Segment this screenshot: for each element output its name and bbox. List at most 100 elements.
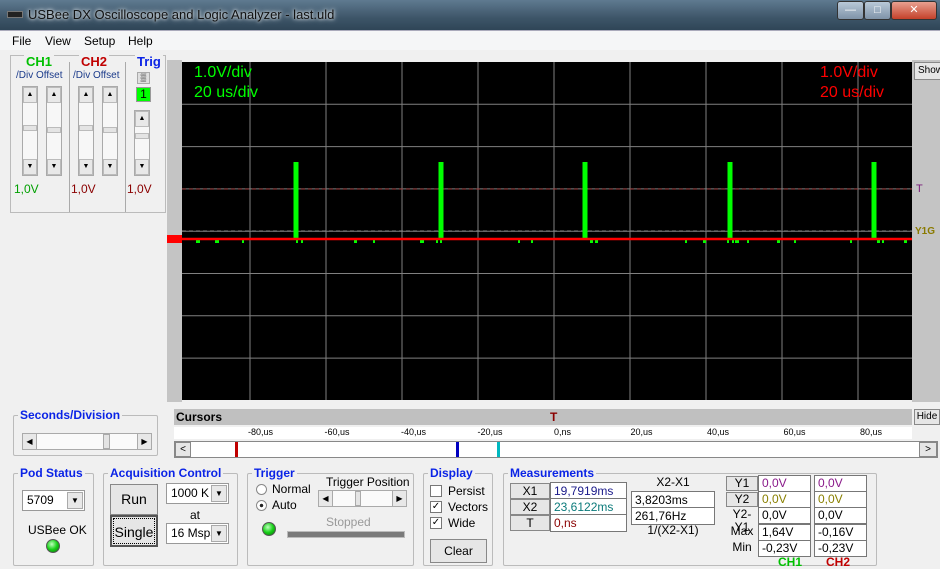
- trigger-label: Trigger: [254, 466, 295, 480]
- trigger-auto-radio[interactable]: [256, 500, 267, 511]
- run-button[interactable]: Run: [110, 484, 158, 515]
- vectors-label: Vectors: [448, 500, 489, 514]
- cursor-scroll-left[interactable]: <: [175, 442, 191, 457]
- pod-status-text: USBee OK: [28, 523, 87, 537]
- trigger-level-scrollbar[interactable]: ▲ ▼: [134, 110, 150, 176]
- measure-row-label[interactable]: Y1: [726, 476, 758, 491]
- persist-label: Persist: [448, 484, 485, 498]
- seconds-division-thumb[interactable]: [103, 434, 110, 449]
- measure-ch2-value: 0,0V: [814, 491, 867, 509]
- samples-select[interactable]: 1000 K ▼: [166, 483, 229, 504]
- wide-label: Wide: [448, 516, 476, 530]
- ch2-vdiv-scrollbar[interactable]: ▲ ▼: [78, 86, 94, 176]
- trigger-status-text: Stopped: [326, 515, 371, 529]
- seconds-division-label: Seconds/Division: [20, 408, 121, 422]
- x1-button[interactable]: X1: [510, 483, 550, 499]
- ruler-tick-label: -80,us: [248, 427, 274, 437]
- ch2-offset-marker[interactable]: [167, 235, 182, 243]
- cursor-x1-handle[interactable]: [235, 442, 238, 457]
- measure-ch2-value: 0,0V: [814, 475, 867, 492]
- t-button[interactable]: T: [510, 515, 550, 531]
- hide-button[interactable]: Hide: [914, 409, 940, 425]
- vectors-checkbox[interactable]: ✓: [430, 501, 442, 513]
- minimize-button[interactable]: —: [837, 1, 864, 20]
- maximize-button[interactable]: □: [864, 1, 891, 20]
- ch2-offset-scrollbar[interactable]: ▲ ▼: [102, 86, 118, 176]
- cursor-trigger-marker: T: [550, 410, 558, 424]
- ruler-tick-label: -40,us: [401, 427, 427, 437]
- trigger-position-thumb[interactable]: [355, 491, 361, 506]
- seconds-division-slider[interactable]: ◀ ▶: [22, 433, 152, 450]
- persist-checkbox[interactable]: [430, 485, 442, 497]
- ch1-offset-scrollbar[interactable]: ▲ ▼: [46, 86, 62, 176]
- cursors-label: Cursors: [176, 410, 223, 424]
- ch1-tdiv-readout: 20 us/div: [194, 84, 259, 101]
- wide-checkbox[interactable]: ✓: [430, 517, 442, 529]
- cursor-scroll-right[interactable]: >: [919, 442, 937, 457]
- ch1-noise-segment: [727, 240, 729, 243]
- ch1-noise-segment: [373, 240, 375, 243]
- ch1-noise-segment: [531, 240, 533, 243]
- pod-status-led: [46, 539, 60, 553]
- measure-row-label[interactable]: Y2: [726, 492, 758, 508]
- trigger-position-slider[interactable]: ◀ ▶: [318, 490, 407, 507]
- ch2-label: CH2: [79, 54, 110, 69]
- ruler-tick-label: 60,us: [783, 427, 806, 437]
- ch1-noise-segment: [590, 240, 593, 243]
- acquisition-label: Acquisition Control: [110, 466, 222, 480]
- x2-x1-label: X2-X1: [656, 475, 690, 489]
- menu-file[interactable]: File: [12, 34, 31, 48]
- chevron-down-icon[interactable]: ▼: [211, 485, 227, 502]
- cursor-x2-handle[interactable]: [456, 442, 459, 457]
- measure-row-label: Min: [732, 539, 752, 554]
- y-cursor-marker: Y1G: [915, 226, 936, 237]
- x2-button[interactable]: X2: [510, 499, 550, 515]
- ch1-noise-segment: [595, 240, 598, 243]
- trigger-normal-radio[interactable]: [256, 484, 267, 495]
- scope-left-margin: [167, 60, 182, 402]
- ruler-tick-label: 40,us: [707, 427, 730, 437]
- ch1-noise-segment: [196, 240, 200, 243]
- oscilloscope-display[interactable]: 1.0V/div 20 us/div 1.0V/div 20 us/div: [182, 62, 912, 400]
- sample-rate-value: 16 Msps: [171, 526, 217, 540]
- trigger-normal-label: Normal: [272, 482, 311, 496]
- cursor-scrollbar[interactable]: < >: [174, 441, 938, 458]
- menu-view[interactable]: View: [45, 34, 71, 48]
- measure-ch1-value: 0,0V: [758, 491, 811, 509]
- ch1-noise-segment: [296, 240, 298, 243]
- ch1-noise-segment: [215, 240, 219, 243]
- trigger-auto-label: Auto: [272, 498, 297, 512]
- sample-rate-select[interactable]: 16 Msps ▼: [166, 523, 229, 544]
- ch1-pulse: [582, 162, 588, 240]
- ch1-column-label: CH1: [778, 555, 803, 569]
- measurements-label: Measurements: [510, 466, 595, 480]
- ch2-tdiv-readout: 20 us/div: [820, 84, 885, 101]
- ch1-noise-segment: [436, 240, 438, 243]
- ch1-noise-segment: [420, 240, 424, 243]
- ch1-noise-segment: [794, 240, 796, 243]
- trigger-channel-button[interactable]: 1: [136, 87, 151, 102]
- trigger-slope-button[interactable]: ▒: [137, 72, 150, 84]
- ch1-vdiv-scrollbar[interactable]: ▲ ▼: [22, 86, 38, 176]
- trigger-progress-bar: [287, 531, 405, 538]
- ch1-pulse: [438, 162, 444, 240]
- clear-button[interactable]: Clear: [430, 539, 487, 563]
- ch1-offset-label: Offset: [36, 70, 63, 81]
- ch1-noise-segment: [882, 240, 884, 243]
- ch1-noise-segment: [518, 240, 520, 243]
- t-value: 0,ns: [550, 514, 627, 532]
- close-button[interactable]: ✕: [891, 1, 937, 20]
- single-button[interactable]: Single: [110, 515, 158, 547]
- pod-status-label: Pod Status: [20, 466, 83, 480]
- ch1-noise-segment: [354, 240, 357, 243]
- show-button[interactable]: Show: [914, 62, 940, 80]
- pod-select[interactable]: 5709 ▼: [22, 490, 85, 511]
- chevron-down-icon[interactable]: ▼: [211, 525, 227, 542]
- trig-label: Trig: [135, 54, 163, 69]
- ch1-noise-segment: [904, 240, 907, 243]
- ch2-vdiv-readout: 1.0V/div: [820, 64, 878, 81]
- menu-help[interactable]: Help: [128, 34, 153, 48]
- menu-setup[interactable]: Setup: [84, 34, 115, 48]
- chevron-down-icon[interactable]: ▼: [67, 492, 83, 509]
- cursor-trigger-handle[interactable]: [497, 442, 500, 457]
